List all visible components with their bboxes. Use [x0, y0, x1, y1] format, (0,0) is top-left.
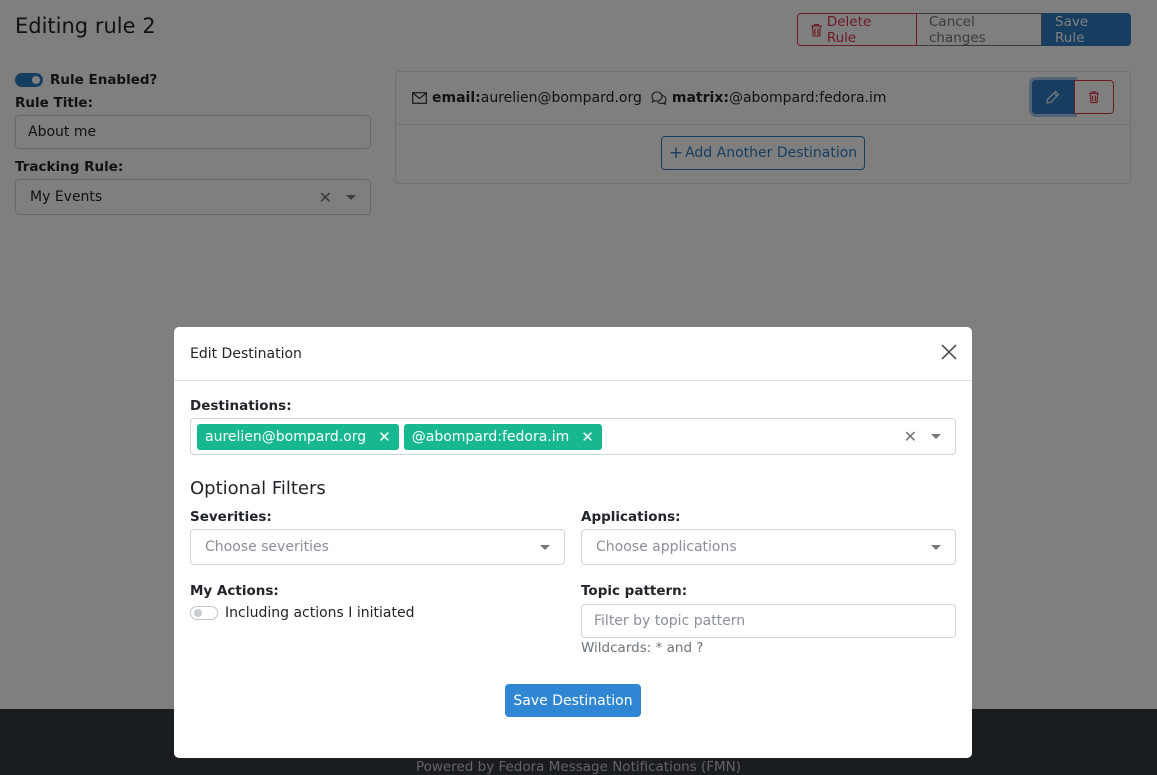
- close-icon[interactable]: [940, 343, 958, 361]
- my-actions-toggle-label: Including actions I initiated: [225, 605, 415, 621]
- save-destination-button[interactable]: Save Destination: [505, 684, 641, 717]
- remove-tag-icon[interactable]: ✕: [378, 428, 391, 446]
- my-actions-row: Including actions I initiated: [190, 605, 414, 621]
- applications-label: Applications:: [581, 509, 681, 525]
- topic-pattern-placeholder: Filter by topic pattern: [594, 613, 746, 629]
- applications-select[interactable]: Choose applications: [581, 529, 956, 565]
- severities-select[interactable]: Choose severities: [190, 529, 565, 565]
- topic-pattern-input[interactable]: Filter by topic pattern: [581, 604, 956, 638]
- optional-filters-title: Optional Filters: [190, 478, 326, 499]
- destination-tag-label: aurelien@bompard.org: [205, 428, 367, 445]
- page: Editing rule 2 Delete Rule Cancel change…: [0, 0, 1157, 775]
- topic-pattern-label: Topic pattern:: [581, 583, 688, 599]
- applications-placeholder: Choose applications: [596, 539, 737, 555]
- modal-header: Edit Destination: [174, 327, 972, 381]
- destination-tag: @abompard:fedora.im ✕: [403, 423, 602, 450]
- destination-tags: aurelien@bompard.org ✕ @abompard:fedora.…: [197, 423, 904, 450]
- modal-title: Edit Destination: [190, 345, 302, 362]
- chevron-down-icon[interactable]: [931, 544, 941, 550]
- destination-tag-label: @abompard:fedora.im: [411, 428, 570, 445]
- remove-tag-icon[interactable]: ✕: [581, 428, 594, 446]
- severities-label: Severities:: [190, 509, 272, 525]
- clear-icon[interactable]: ✕: [904, 427, 917, 446]
- my-actions-toggle[interactable]: [190, 606, 218, 620]
- chevron-down-icon[interactable]: [540, 544, 550, 550]
- edit-destination-modal: Edit Destination Destinations: aurelien@…: [174, 327, 972, 758]
- destinations-label: Destinations:: [190, 398, 292, 414]
- topic-pattern-hint: Wildcards: * and ?: [581, 640, 704, 656]
- severities-placeholder: Choose severities: [205, 539, 329, 555]
- my-actions-label: My Actions:: [190, 583, 279, 599]
- chevron-down-icon[interactable]: [931, 434, 941, 439]
- destinations-multiselect[interactable]: aurelien@bompard.org ✕ @abompard:fedora.…: [190, 418, 956, 455]
- destination-tag: aurelien@bompard.org ✕: [197, 423, 399, 450]
